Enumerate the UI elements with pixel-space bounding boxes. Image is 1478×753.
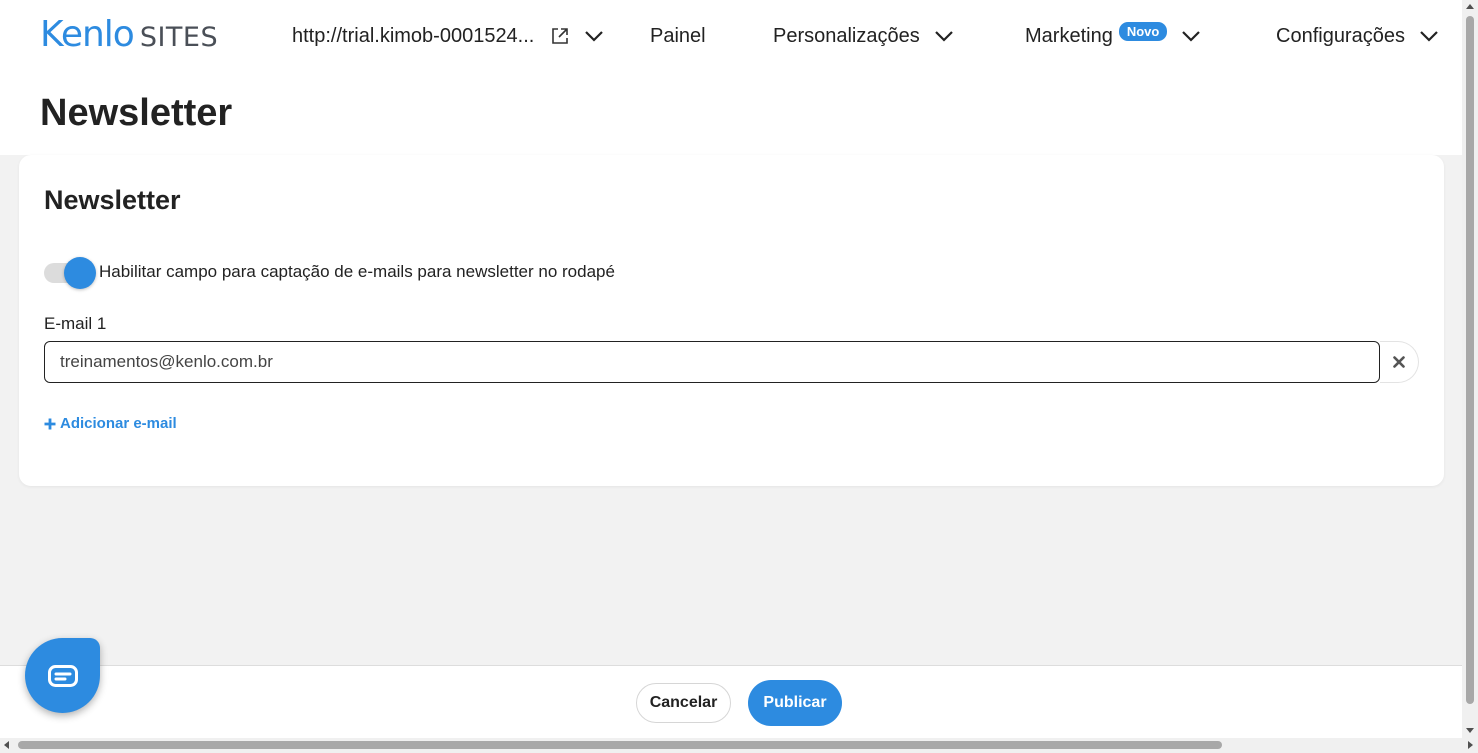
site-url-selector[interactable]: http://trial.kimob-0001524...	[292, 22, 604, 50]
chat-icon	[47, 664, 78, 687]
close-icon	[1393, 356, 1405, 368]
chevron-down-icon	[585, 31, 604, 42]
nav-item-marketing[interactable]: Marketing Novo	[1025, 21, 1201, 50]
site-url-text: http://trial.kimob-0001524...	[292, 24, 535, 47]
chevron-down-icon	[1420, 31, 1438, 42]
cancel-button[interactable]: Cancelar	[636, 683, 731, 723]
chevron-down-icon	[934, 31, 953, 42]
nav-item-configuracoes[interactable]: Configurações	[1276, 22, 1439, 50]
vertical-scrollbar[interactable]	[1462, 0, 1478, 738]
chevron-down-icon	[1182, 31, 1201, 42]
page-title: Newsletter	[40, 92, 233, 134]
toggle-knob	[64, 257, 96, 289]
add-email-label: Adicionar e-mail	[60, 415, 177, 432]
action-footer: Cancelar Publicar	[0, 665, 1462, 738]
horizontal-scrollbar-thumb[interactable]	[18, 741, 1222, 749]
newsletter-toggle[interactable]	[44, 257, 96, 289]
add-email-link[interactable]: Adicionar e-mail	[44, 415, 177, 432]
scroll-down-arrow-icon[interactable]	[1466, 728, 1474, 733]
toggle-label: Habilitar campo para captação de e-mails…	[99, 262, 615, 281]
nav-marketing-label: Marketing	[1025, 24, 1113, 47]
nav-configuracoes-label: Configurações	[1276, 24, 1405, 47]
kenlo-sites-logo[interactable]: Kenlo SITES	[40, 14, 218, 55]
nav-personalizacoes-label: Personalizações	[773, 24, 920, 47]
clear-email-button[interactable]	[1380, 341, 1419, 383]
horizontal-scrollbar[interactable]	[0, 738, 1478, 753]
plus-icon	[44, 418, 56, 429]
card-title: Newsletter	[44, 185, 181, 215]
publish-button[interactable]: Publicar	[748, 680, 842, 726]
nav-item-personalizacoes[interactable]: Personalizações	[773, 22, 954, 50]
top-navigation-bar: Kenlo SITES http://trial.kimob-0001524..…	[0, 0, 1462, 155]
nav-painel-label: Painel	[650, 24, 706, 47]
scroll-right-arrow-icon[interactable]	[1468, 741, 1473, 749]
scroll-up-arrow-icon[interactable]	[1466, 4, 1474, 9]
scroll-left-arrow-icon[interactable]	[4, 741, 9, 749]
newsletter-card: Newsletter Habilitar campo para captação…	[19, 155, 1444, 486]
email-1-input[interactable]	[44, 341, 1380, 383]
logo-sites-text: SITES	[139, 22, 219, 53]
nav-item-painel[interactable]: Painel	[650, 22, 706, 50]
new-badge: Novo	[1118, 21, 1168, 41]
logo-kenlo-text: Kenlo	[40, 14, 135, 55]
email-1-label: E-mail 1	[44, 314, 107, 333]
chat-button[interactable]	[25, 638, 100, 713]
vertical-scrollbar-thumb[interactable]	[1466, 16, 1474, 704]
external-link-icon[interactable]	[550, 26, 570, 46]
